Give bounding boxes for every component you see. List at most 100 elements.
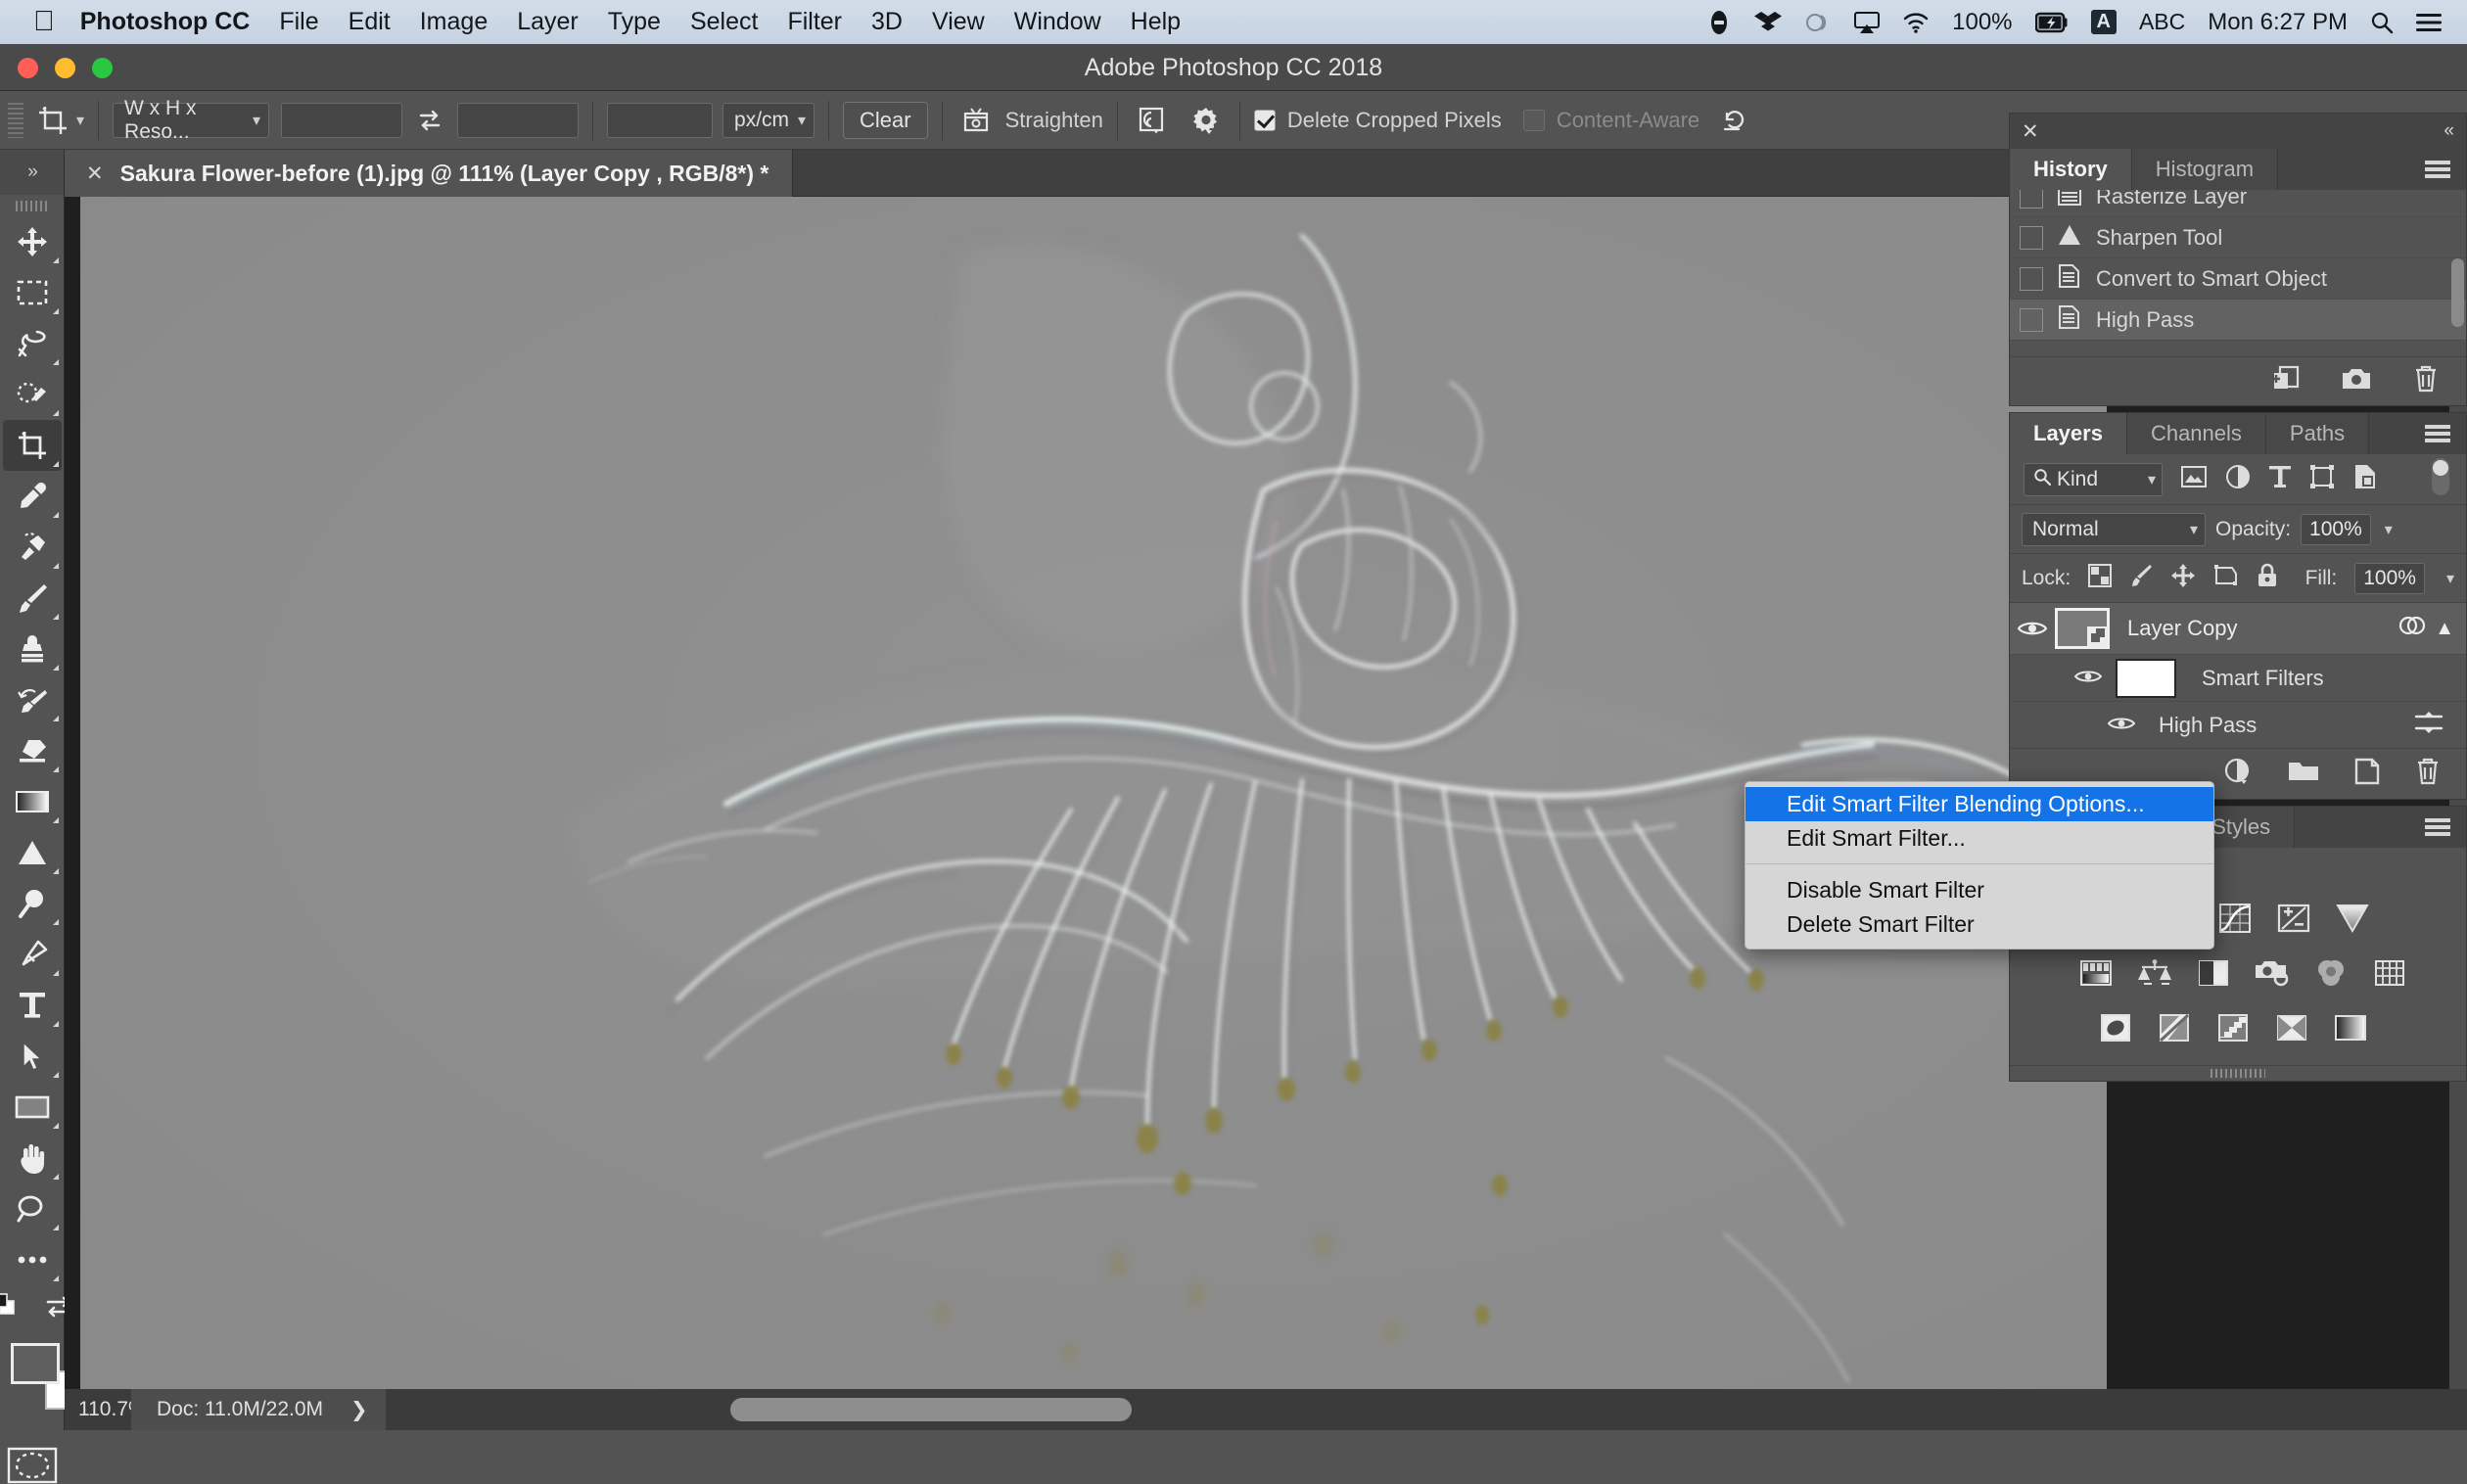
opacity-field[interactable]: 100% — [2301, 514, 2371, 545]
crop-height-field[interactable] — [457, 103, 579, 138]
panel-menu-icon[interactable] — [2425, 818, 2450, 836]
blending-options-icon[interactable] — [2413, 710, 2444, 741]
spot-healing-brush-tool[interactable] — [3, 522, 62, 573]
filter-shape-icon[interactable] — [2309, 464, 2335, 494]
layer-row-layer-copy[interactable]: Layer Copy ▲ — [2010, 603, 2466, 654]
close-icon[interactable]: ✕ — [2022, 119, 2039, 144]
history-state-row[interactable]: Rasterize Layer — [2010, 190, 2466, 217]
layer-name-label[interactable]: Layer Copy — [2127, 616, 2238, 641]
history-state-toggle[interactable] — [2020, 308, 2043, 332]
history-state-row[interactable]: Convert to Smart Object — [2010, 258, 2466, 300]
smart-object-thumbnail[interactable] — [2055, 608, 2110, 649]
selective-color-icon[interactable] — [2272, 1008, 2311, 1047]
gradient-tool[interactable] — [3, 776, 62, 827]
history-scroll-thumb[interactable] — [2451, 258, 2464, 327]
menu-app-name[interactable]: Photoshop CC — [80, 8, 251, 36]
menu-item-edit[interactable]: Edit — [349, 8, 391, 36]
content-aware-checkbox[interactable] — [1523, 110, 1545, 131]
black-and-white-icon[interactable] — [2194, 953, 2233, 993]
spotlight-search-icon[interactable] — [2370, 11, 2394, 34]
input-source-badge[interactable]: A — [2091, 10, 2117, 34]
tab-layers[interactable]: Layers — [2010, 413, 2127, 454]
crop-ratio-select[interactable]: W x H x Reso... ▾ — [113, 103, 269, 138]
filter-adjustment-icon[interactable] — [2225, 464, 2251, 494]
control-center-icon[interactable] — [2416, 12, 2442, 33]
horizontal-scroll-thumb[interactable] — [730, 1398, 1132, 1421]
hue-saturation-icon[interactable] — [2076, 953, 2116, 993]
smart-filters-row[interactable]: Smart Filters — [2010, 654, 2466, 701]
foreground-color-swatch[interactable] — [11, 1343, 60, 1384]
menu-item-help[interactable]: Help — [1131, 8, 1181, 36]
tab-paths[interactable]: Paths — [2266, 413, 2369, 454]
battery-charging-icon[interactable] — [2035, 12, 2069, 33]
delete-layer-icon[interactable] — [2415, 758, 2441, 790]
close-icon[interactable]: ✕ — [86, 162, 104, 186]
chevron-up-icon[interactable]: ▲ — [2435, 618, 2454, 640]
gradient-map-icon[interactable] — [2331, 1008, 2370, 1047]
photo-filter-icon[interactable] — [2253, 953, 2292, 993]
lasso-tool[interactable] — [3, 318, 62, 369]
exposure-icon[interactable] — [2274, 899, 2313, 938]
menu-item-3d[interactable]: 3D — [871, 8, 903, 36]
document-size-info[interactable]: Doc: 11.0M/22.0M — [131, 1389, 350, 1430]
dropbox-icon[interactable] — [1754, 10, 1782, 35]
lock-all-icon[interactable] — [2257, 563, 2278, 594]
history-brush-tool[interactable] — [3, 674, 62, 725]
filter-smart-object-icon[interactable] — [2352, 464, 2378, 494]
eye-icon[interactable] — [2074, 666, 2102, 691]
crop-width-field[interactable] — [281, 103, 402, 138]
pen-tool[interactable] — [3, 929, 62, 980]
menu-item-file[interactable]: File — [279, 8, 318, 36]
panel-menu-icon[interactable] — [2425, 425, 2450, 442]
context-menu-item-delete-smart-filter[interactable]: Delete Smart Filter — [1746, 907, 2213, 942]
toolbar-grip[interactable] — [0, 195, 64, 216]
status-bar-menu-icon[interactable]: ❯ — [350, 1389, 386, 1430]
threshold-icon[interactable] — [2213, 1008, 2253, 1047]
menu-item-select[interactable]: Select — [690, 8, 758, 36]
menu-item-image[interactable]: Image — [420, 8, 488, 36]
lock-artboard-nesting-icon[interactable] — [2213, 564, 2239, 593]
lock-position-icon[interactable] — [2170, 563, 2196, 594]
filter-pixel-icon[interactable] — [2180, 465, 2208, 493]
filter-type-icon[interactable] — [2268, 464, 2292, 494]
sharpen-tool[interactable] — [3, 827, 62, 878]
color-lookup-icon[interactable] — [2370, 953, 2409, 993]
delete-cropped-pixels-checkbox[interactable] — [1254, 110, 1276, 131]
fill-field[interactable]: 100% — [2354, 563, 2425, 594]
layer-filter-kind-select[interactable]: Kind ▾ — [2024, 463, 2163, 496]
smart-filter-entry-high-pass[interactable]: High Pass — [2010, 701, 2466, 748]
create-snapshot-icon[interactable] — [2341, 366, 2372, 396]
fill-stepper-icon[interactable]: ▾ — [2446, 569, 2454, 588]
opacity-stepper-icon[interactable]: ▾ — [2385, 520, 2393, 539]
filter-mask-thumbnail[interactable] — [2116, 659, 2176, 698]
gear-icon[interactable] — [1187, 101, 1226, 140]
filter-toggle-switch[interactable] — [2429, 456, 2452, 502]
crop-resolution-field[interactable] — [607, 103, 713, 138]
crop-preset-caret-icon[interactable]: ▾ — [76, 111, 84, 130]
straighten-icon[interactable] — [956, 101, 996, 140]
default-colors-icon[interactable] — [0, 1293, 22, 1325]
content-aware-label[interactable]: Content-Aware — [1557, 108, 1699, 133]
new-adjustment-layer-icon[interactable] — [2223, 757, 2253, 791]
rectangular-marquee-tool[interactable] — [3, 267, 62, 318]
apple-logo-icon[interactable]:  — [33, 8, 55, 36]
eye-icon[interactable] — [2010, 619, 2055, 638]
eye-icon[interactable] — [2108, 713, 2135, 738]
adjustments-panel-resize-grip[interactable] — [2010, 1065, 2466, 1081]
crop-tool[interactable] — [3, 420, 62, 471]
curves-icon[interactable] — [2215, 899, 2255, 938]
crop-overlay-icon[interactable] — [1132, 101, 1171, 140]
new-group-icon[interactable] — [2288, 759, 2319, 789]
eraser-tool[interactable] — [3, 725, 62, 776]
quick-selection-tool[interactable] — [3, 369, 62, 420]
brush-tool[interactable] — [3, 573, 62, 624]
options-bar-grip[interactable] — [8, 103, 23, 138]
blend-mode-select[interactable]: Normal ▾ — [2022, 513, 2206, 546]
tab-history[interactable]: History — [2010, 149, 2132, 190]
tab-histogram[interactable]: Histogram — [2132, 149, 2278, 190]
dodge-tool[interactable] — [3, 878, 62, 929]
rectangle-tool[interactable] — [3, 1082, 62, 1133]
zoom-level-field[interactable]: 110.7% — [65, 1398, 131, 1421]
context-menu-item-disable-smart-filter[interactable]: Disable Smart Filter — [1746, 873, 2213, 907]
evernote-icon[interactable] — [1706, 10, 1732, 35]
